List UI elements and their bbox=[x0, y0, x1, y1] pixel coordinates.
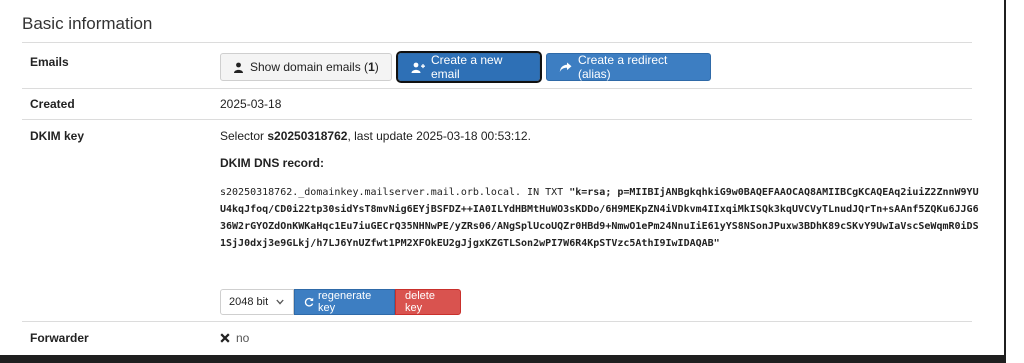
show-domain-emails-button[interactable]: Show domain emails (1) bbox=[220, 53, 392, 81]
create-redirect-button[interactable]: Create a redirect (alias) bbox=[546, 53, 711, 81]
dkim-selector: s20250318762 bbox=[267, 129, 348, 143]
chevron-down-icon bbox=[276, 299, 284, 305]
create-email-label: Create a new email bbox=[431, 53, 503, 81]
create-email-button[interactable]: Create a new email bbox=[396, 51, 542, 83]
forwarder-label: Forwarder bbox=[30, 331, 89, 345]
dkim-dns-record: s20250318762._domainkey.mailserver.mail.… bbox=[220, 184, 980, 252]
forwarder-status: no bbox=[236, 331, 250, 345]
forwarder-value: no bbox=[220, 331, 249, 345]
refresh-icon bbox=[304, 297, 314, 307]
emails-label: Emails bbox=[30, 55, 69, 69]
created-value: 2025-03-18 bbox=[220, 97, 282, 111]
user-plus-icon bbox=[411, 62, 425, 73]
domain-emails-count: 1 bbox=[368, 60, 375, 74]
row-divider bbox=[22, 321, 972, 322]
dkim-label: DKIM key bbox=[30, 129, 85, 143]
section-divider bbox=[22, 42, 972, 43]
section-title: Basic information bbox=[22, 14, 153, 33]
row-divider bbox=[22, 119, 972, 120]
window-frame-right bbox=[1004, 0, 1006, 363]
show-domain-emails-label: Show domain emails (1) bbox=[250, 60, 379, 74]
dkim-selector-line: Selector s20250318762, last update 2025-… bbox=[220, 129, 531, 143]
regenerate-key-label: regenerate key bbox=[318, 290, 372, 314]
created-label: Created bbox=[30, 97, 75, 111]
delete-key-label: delete key bbox=[405, 290, 435, 314]
window-frame-bottom bbox=[0, 355, 1006, 363]
create-redirect-label: Create a redirect (alias) bbox=[578, 53, 668, 81]
user-icon bbox=[233, 62, 244, 73]
share-icon bbox=[559, 62, 572, 73]
key-size-select[interactable]: 2048 bit bbox=[220, 289, 294, 315]
dkim-record-prefix: s20250318762._domainkey.mailserver.mail.… bbox=[220, 187, 570, 198]
row-divider bbox=[22, 88, 972, 89]
close-icon bbox=[220, 333, 230, 343]
delete-key-button[interactable]: delete key bbox=[395, 289, 461, 315]
dkim-dns-record-heading: DKIM DNS record: bbox=[220, 156, 325, 170]
key-size-value: 2048 bit bbox=[229, 296, 269, 308]
regenerate-key-button[interactable]: regenerate key bbox=[294, 289, 395, 315]
